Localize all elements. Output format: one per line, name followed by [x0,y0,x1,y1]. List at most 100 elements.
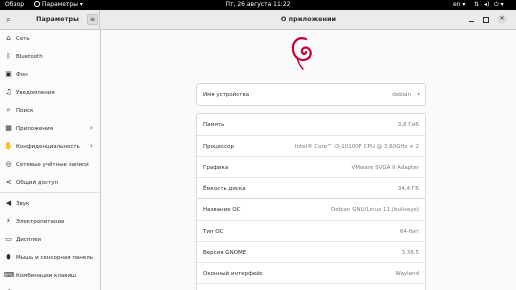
sidebar-title: Параметры [36,15,79,23]
info-row: Процессор Intel® Core™ i3-10100F CPU @ 3.… [197,135,425,156]
info-value: 3.38.5 [401,250,420,256]
sidebar-item[interactable]: ᛒ Bluetooth [0,48,100,66]
power-icon[interactable]: ⏻ ▾ [494,1,504,9]
sidebar-item[interactable]: ⎙Принтеры [0,285,100,290]
share-icon: ⋖ [5,178,12,186]
sidebar-item-label: Общий доступ [16,180,59,186]
chevron-right-icon: › [90,142,93,150]
chevron-right-icon: › [417,90,420,98]
search-button[interactable]: ⌕ [3,14,14,25]
hamburger-icon: ≡ [89,16,96,23]
sidebar-item[interactable]: ▭ Дисплеи [0,231,100,249]
sidebar-item[interactable]: ◀ Звук [0,195,100,213]
network-icon[interactable]: ⇅ [474,1,479,9]
sidebar-header: ⌕ Параметры ≡ [0,10,100,29]
sidebar-item-label: Фон [16,72,28,78]
device-name-label: Имя устройства [203,92,250,98]
maximize-button[interactable] [482,16,489,23]
chevron-right-icon: › [90,124,93,132]
sidebar-item[interactable]: ✋ Конфиденциальность › [0,138,100,156]
info-label: Тип ОС [203,229,224,235]
online-accounts-icon: ◎ [5,160,12,168]
power-icon: ⚡ [6,217,11,225]
sidebar-item-label: Дисплеи [16,237,41,243]
background-icon: ▣ [5,70,12,78]
info-value: 64-бит [399,229,419,235]
info-label: Оконный интерфейс [203,271,263,277]
info-row: Название ОС Debian GNU/Linux 11 (bullseye… [197,199,425,220]
info-row: Память 3,8 ГиБ [197,114,425,135]
debian-logo [291,37,312,70]
bell-icon: ♫ [5,88,12,96]
info-row: Версия GNOME 3.38.5 [197,241,425,262]
sidebar-item-label: Конфиденциальность [16,144,80,150]
sidebar-separator [0,192,100,193]
sidebar-item[interactable]: ▦ Приложения › [0,120,100,138]
device-name-panel: Имя устройства debian › [196,83,426,106]
device-name-value: debian [392,92,411,98]
info-row: Графика VMware SVGA II Adapter [197,156,425,177]
info-label: Ёмкость диска [203,186,246,192]
keyboard-icon: ⌨ [4,271,15,279]
sidebar-item-label: Уведомления [16,90,55,96]
about-panel: Имя устройства debian › Память 3,8 ГиБ Про… [101,30,516,290]
info-label: Название ОС [203,207,241,213]
display-icon: ▭ [5,235,12,243]
apps-icon: ▦ [5,124,12,132]
info-label: Графика [203,165,229,171]
close-button[interactable]: ✕ [497,14,507,24]
info-value: 34,4 ГБ [397,186,419,192]
info-value: Wayland [395,271,419,277]
network-icon: ⌂ [6,34,11,42]
info-row: ВиртуализацияOracle [197,283,425,290]
info-value: Intel® Core™ i3-10100F CPU @ 3.60GHz × 2 [294,144,419,150]
bluetooth-icon: ᛒ [6,52,11,60]
info-value: 3,8 ГиБ [397,122,419,128]
hardware-panel: Память 3,8 ГиБ Процессор Intel® Core™ i3-10… [196,113,426,200]
keyboard-layout-label: en [453,1,461,8]
sidebar-item[interactable]: ⌕ Поиск [0,102,100,120]
sidebar-item[interactable]: ⬮ Мышь и сенсорная панель [0,249,100,267]
info-label: Память [203,122,225,128]
search-icon: ⌕ [6,106,11,114]
close-icon: ✕ [499,15,505,22]
clock[interactable]: Пт, 26 августа 11:22 [0,1,516,9]
sidebar-item[interactable]: ⚡ Электропитание [0,213,100,231]
search-icon: ⌕ [6,15,11,24]
sidebar-item-label: Приложения [16,126,53,132]
sidebar: ⌂ Сеть ᛒ Bluetooth ▣ Фон ♫ Уведомления ⌕ Поиск ▦ Пр… [0,30,101,290]
hamburger-menu-button[interactable]: ≡ [87,14,98,25]
info-row: Оконный интерфейс Wayland [197,262,425,283]
info-label: Процессор [203,144,235,150]
mouse-icon: ⬮ [6,253,11,261]
software-panel: Название ОС Debian GNU/Linux 11 (bullseye… [196,198,426,290]
sidebar-item[interactable]: ⌂ Сеть [0,30,100,48]
sidebar-item-label: Комбинации клавиш [16,273,77,279]
sidebar-item[interactable]: ▣ Фон [0,66,100,84]
sidebar-item-label: Bluetooth [16,54,43,60]
sidebar-item[interactable]: ⋖ Общий доступ [0,174,100,192]
sidebar-item-label: Электропитание [16,219,65,225]
sidebar-item[interactable]: ♫ Уведомления [0,84,100,102]
volume-icon[interactable]: ◂) [484,1,489,9]
info-value: VMware SVGA II Adapter [351,165,420,171]
page-title: О приложении [280,15,337,23]
sidebar-item-label: Сеть [16,36,30,42]
sidebar-item-label: Сетевые учётные записи [16,162,89,168]
info-label: Версия GNOME [203,250,247,256]
hand-icon: ✋ [4,142,13,150]
info-value: Debian GNU/Linux 11 (bullseye) [330,207,419,213]
sidebar-item-label: Мышь и сенсорная панель [16,255,94,261]
keyboard-layout-indicator[interactable]: en ▾ [453,1,465,9]
top-bar: Обзор Параметры ▾ Пт, 26 августа 11:22 e… [0,0,516,10]
sidebar-item-label: Поиск [16,108,34,114]
info-row: Ёмкость диска 34,4 ГБ [197,177,425,198]
sidebar-item[interactable]: ⌨ Комбинации клавиш [0,267,100,285]
sidebar-item[interactable]: ◎ Сетевые учётные записи [0,156,100,174]
info-row: Тип ОС 64-бит [197,220,425,241]
sidebar-item-label: Звук [16,201,30,207]
device-name-row[interactable]: Имя устройства debian › [197,84,425,105]
minimize-button[interactable] [468,16,475,23]
header-bar: ⌕ Параметры ≡ О приложении ✕ [0,10,516,30]
speaker-icon: ◀ [5,199,12,207]
